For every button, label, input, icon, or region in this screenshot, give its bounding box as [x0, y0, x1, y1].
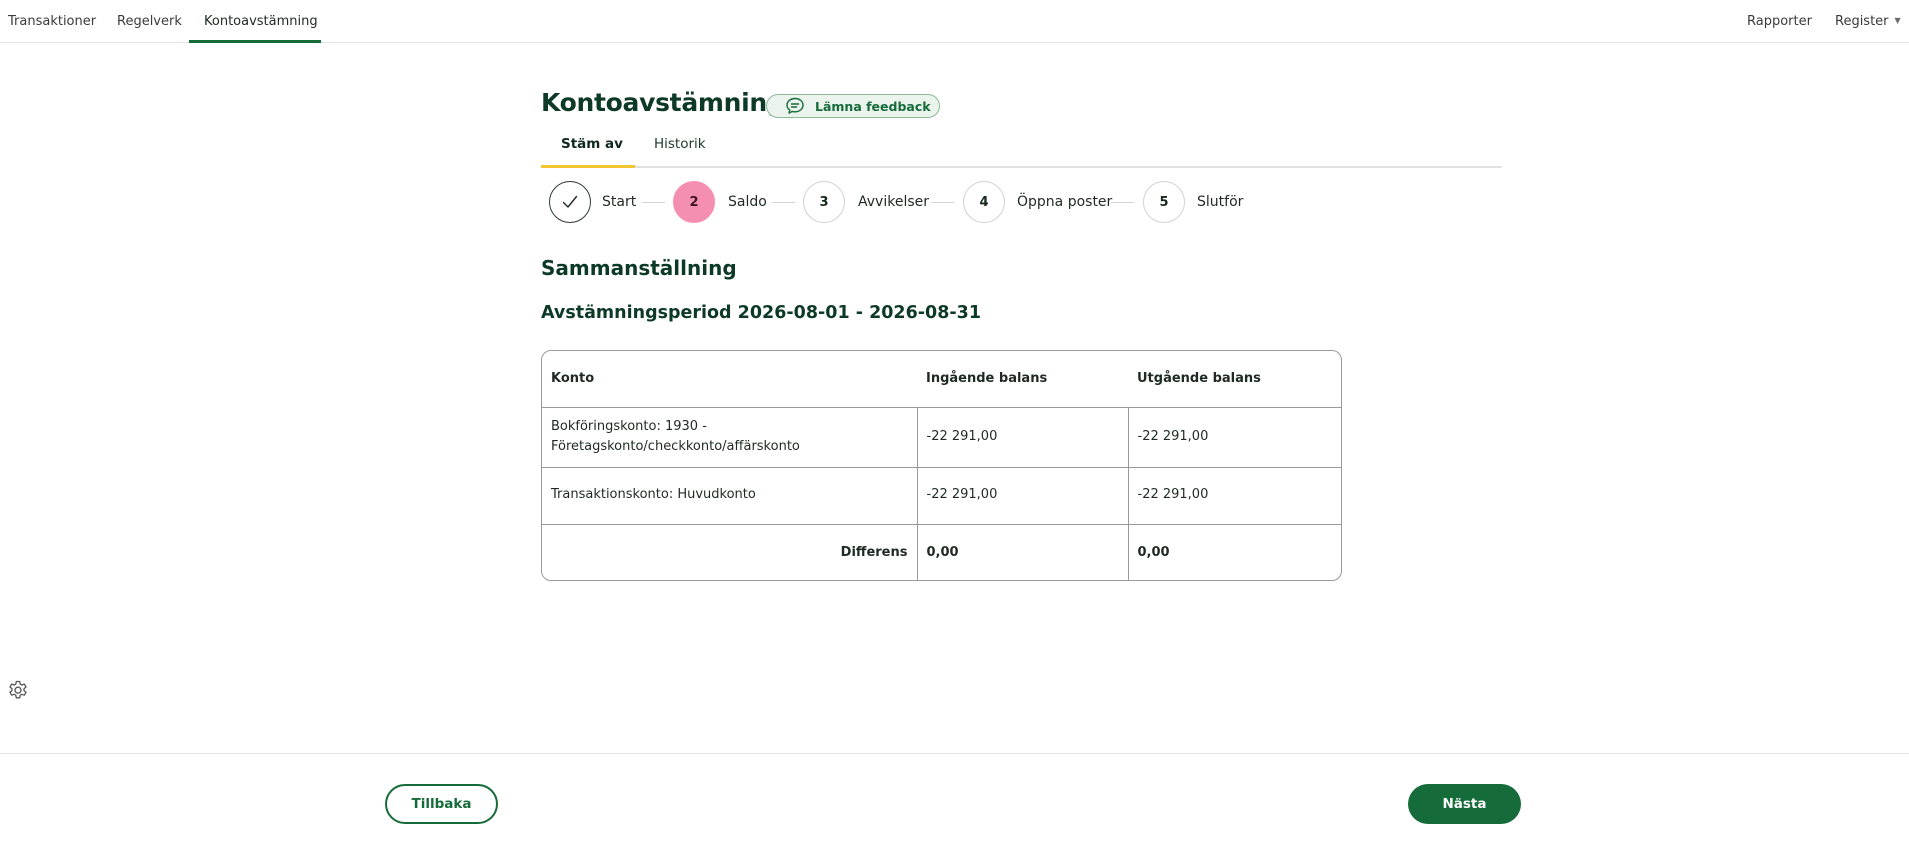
step-label-saldo[interactable]: Saldo [728, 194, 767, 210]
feedback-button[interactable]: Lämna feedback [766, 94, 940, 118]
step-connector [1111, 202, 1134, 203]
summary-title: Sammanställning [541, 256, 737, 280]
nav-register-label: Register [1835, 14, 1889, 29]
opening-balance-cell: -22 291,00 [916, 466, 1128, 524]
step-connector [642, 202, 665, 203]
settings-button[interactable] [6, 679, 30, 707]
step-connector [772, 202, 795, 203]
account-line: Bokföringskonto: 1930 - [551, 418, 707, 434]
tab-stam-av[interactable]: Stäm av [561, 136, 623, 152]
feedback-label: Lämna feedback [815, 98, 931, 114]
account-cell: Transaktionskonto: Huvudkonto [542, 466, 917, 524]
difference-label: Differens [542, 523, 917, 580]
opening-balance-cell: -22 291,00 [916, 406, 1128, 467]
nav-active-indicator [189, 40, 321, 43]
step-label-slutfor[interactable]: Slutför [1197, 194, 1243, 210]
step-label-start[interactable]: Start [602, 194, 636, 210]
chat-bubble-icon [786, 97, 804, 114]
next-button[interactable]: Nästa [1408, 784, 1521, 824]
tabs-divider [541, 166, 1502, 168]
footer-divider [0, 753, 1909, 754]
table-row: Transaktionskonto: Huvudkonto -22 291,00… [542, 466, 1341, 524]
nav-register[interactable]: Register ▼ [1835, 14, 1901, 29]
nav-transaktioner[interactable]: Transaktioner [8, 14, 96, 29]
checkmark-icon [562, 195, 578, 208]
column-header-konto: Konto [542, 351, 917, 408]
difference-row: Differens 0,00 0,00 [542, 523, 1341, 580]
difference-opening: 0,00 [916, 523, 1128, 580]
tab-historik[interactable]: Historik [654, 136, 706, 152]
difference-closing: 0,00 [1127, 523, 1341, 580]
tab-active-indicator [541, 165, 635, 168]
account-cell: Bokföringskonto: 1930 - Företagskonto/ch… [542, 406, 917, 467]
gear-icon [9, 680, 27, 699]
table-row: Bokföringskonto: 1930 - Företagskonto/ch… [542, 406, 1341, 467]
step-label-oppna-poster[interactable]: Öppna poster [1017, 194, 1112, 210]
nav-regelverk[interactable]: Regelverk [117, 14, 182, 29]
step-label-avvikelser[interactable]: Avvikelser [858, 194, 929, 210]
step-4-oppna-poster[interactable]: 4 [963, 181, 1005, 223]
back-button[interactable]: Tillbaka [385, 784, 498, 824]
account-line: Företagskonto/checkkonto/affärskonto [551, 439, 800, 454]
column-header-ingaende: Ingående balans [917, 351, 1128, 408]
step-2-saldo[interactable]: 2 [673, 181, 715, 223]
closing-balance-cell: -22 291,00 [1127, 406, 1341, 467]
page-title: Kontoavstämning [541, 88, 785, 117]
step-connector [931, 202, 954, 203]
balance-table: Konto Ingående balans Utgående balans Bo… [541, 350, 1342, 581]
caret-down-icon: ▼ [1894, 16, 1901, 25]
table-header-row: Konto Ingående balans Utgående balans [542, 351, 1341, 408]
period-title: Avstämningsperiod 2026-08-01 - 2026-08-3… [541, 303, 982, 323]
top-navigation: Transaktioner Regelverk Kontoavstämning … [0, 0, 1909, 43]
column-header-utgaende: Utgående balans [1128, 351, 1341, 408]
nav-kontoavstamning[interactable]: Kontoavstämning [204, 14, 318, 29]
nav-rapporter[interactable]: Rapporter [1747, 14, 1812, 29]
step-5-slutfor[interactable]: 5 [1143, 181, 1185, 223]
closing-balance-cell: -22 291,00 [1127, 466, 1341, 524]
step-3-avvikelser[interactable]: 3 [803, 181, 845, 223]
step-1-start[interactable] [549, 181, 591, 223]
